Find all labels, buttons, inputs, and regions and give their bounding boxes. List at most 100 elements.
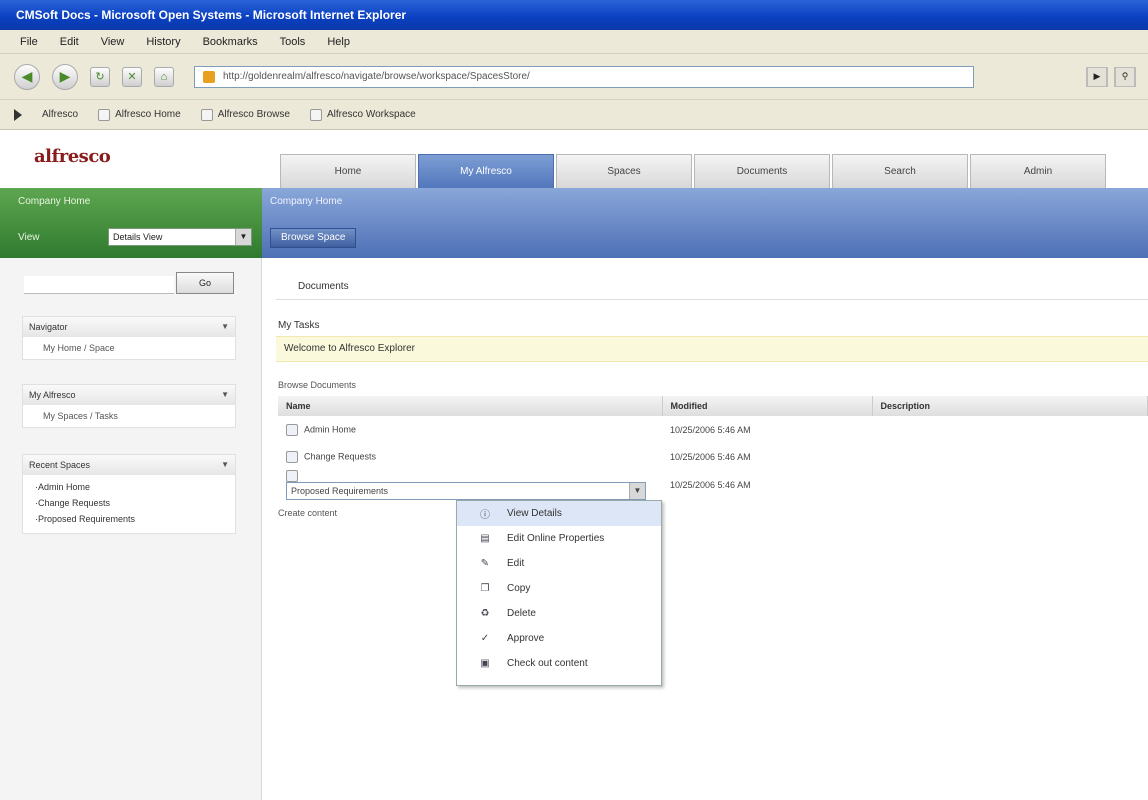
bookmark-item[interactable]: Alfresco Workspace — [309, 108, 416, 121]
name-cell[interactable]: Change Requests — [278, 443, 662, 470]
menu-item-check-out[interactable]: ▣ Check out content — [457, 651, 661, 676]
table-row[interactable]: Admin Home 10/25/2006 5:46 AM — [278, 416, 1148, 443]
panel-header[interactable]: My Alfresco ▼ — [23, 385, 235, 405]
menu-history[interactable]: History — [146, 36, 180, 48]
sidebar-go-button[interactable]: Go — [176, 272, 234, 294]
menu-edit[interactable]: Edit — [60, 36, 79, 48]
row-name: Change Requests — [304, 450, 377, 461]
tab-documents[interactable]: Documents — [694, 154, 830, 188]
chevron-down-icon: ▼ — [221, 322, 229, 331]
breadcrumb[interactable]: Documents — [276, 274, 1148, 300]
list-item[interactable]: Change Requests — [35, 495, 235, 511]
table-header-row: Name Modified Description — [278, 396, 1148, 416]
menu-item-label: Delete — [507, 608, 536, 619]
app-logo: alfresco — [34, 146, 111, 167]
menu-item-edit[interactable]: ✎ Edit — [457, 551, 661, 576]
column-header-description[interactable]: Description — [872, 396, 1148, 416]
folder-icon — [286, 450, 298, 463]
notice-bar: Welcome to Alfresco Explorer — [276, 336, 1148, 362]
modified-cell: 10/25/2006 5:46 AM — [670, 424, 751, 435]
reload-icon: ↻ — [95, 71, 105, 83]
list-item[interactable]: Proposed Requirements — [35, 511, 235, 527]
menu-help[interactable]: Help — [327, 36, 350, 48]
tab-spaces[interactable]: Spaces — [556, 154, 692, 188]
menu-item-copy[interactable]: ❐ Copy — [457, 576, 661, 601]
menu-view[interactable]: View — [101, 36, 125, 48]
site-favicon-icon — [203, 70, 215, 83]
view-select[interactable]: Details View ▼ — [108, 228, 252, 246]
check-icon: ✓ — [480, 633, 490, 644]
row-name: Admin Home — [304, 423, 357, 434]
folder-icon — [286, 470, 298, 482]
tab-my-alfresco[interactable]: My Alfresco — [418, 154, 554, 188]
space-header-panel: Company Home View Details View ▼ — [0, 188, 262, 258]
page-icon — [309, 108, 322, 121]
back-button[interactable]: ◀ — [14, 63, 40, 90]
panel-body: My Spaces / Tasks — [43, 411, 118, 421]
menu-item-approve[interactable]: ✓ Approve — [457, 626, 661, 651]
reload-button[interactable]: ↻ — [90, 66, 110, 87]
create-content-link[interactable]: Create content — [278, 508, 337, 518]
row-select-value: Proposed Requirements — [291, 486, 389, 496]
panel-header[interactable]: Navigator ▼ — [23, 317, 235, 337]
tab-admin[interactable]: Admin — [970, 154, 1106, 188]
window-title: CMSoft Docs - Microsoft Open Systems - M… — [0, 0, 1148, 30]
content-header-panel: Company Home Browse Space — [262, 188, 1148, 258]
sidebar-search-input[interactable] — [24, 276, 174, 294]
view-label: View — [18, 232, 40, 243]
menu-tools[interactable]: Tools — [280, 36, 306, 48]
chevron-down-icon: ▼ — [235, 229, 251, 245]
table-row[interactable]: Proposed Requirements ▼ 10/25/2006 5:46 A… — [278, 470, 1148, 500]
menu-item-edit-online-properties[interactable]: ▤ Edit Online Properties — [457, 526, 661, 551]
row-action-select[interactable]: Proposed Requirements ▼ — [286, 482, 646, 500]
description-cell — [872, 470, 1148, 500]
tab-home[interactable]: Home — [280, 154, 416, 188]
recent-spaces-panel: Recent Spaces ▼ Admin Home Change Request… — [22, 454, 236, 534]
bookmark-item[interactable]: Alfresco Browse — [200, 108, 290, 121]
content-title: Company Home — [270, 196, 343, 207]
description-cell — [872, 443, 1148, 470]
bookmark-label: Alfresco — [42, 109, 79, 120]
search-engine-button[interactable]: ⚲ — [1114, 66, 1136, 87]
forward-button[interactable]: ▶ — [52, 63, 78, 90]
folder-icon — [286, 423, 298, 436]
bookmark-item[interactable]: Alfresco — [42, 109, 78, 120]
toolbar-right-buttons: ▶ ⚲ — [1086, 66, 1136, 87]
chevron-down-icon: ▼ — [629, 483, 645, 499]
name-cell[interactable]: Admin Home — [278, 416, 662, 443]
tab-search[interactable]: Search — [832, 154, 968, 188]
navigation-toolbar: ◀ ▶ ↻ ✕ ⌂ http://goldenrealm/alfresco/na… — [0, 54, 1148, 100]
modified-cell: 10/25/2006 5:46 AM — [670, 480, 751, 490]
panel-title: Navigator — [29, 322, 68, 332]
name-cell[interactable]: Proposed Requirements ▼ — [278, 470, 662, 500]
panel-header[interactable]: Recent Spaces ▼ — [23, 455, 235, 475]
list-item[interactable]: Admin Home — [35, 479, 235, 495]
section-label: My Tasks — [278, 320, 320, 331]
documents-table: Name Modified Description Admin Home 10/… — [278, 396, 1148, 500]
column-header-name[interactable]: Name — [278, 396, 663, 416]
home-icon: ⌂ — [160, 70, 168, 83]
stop-button[interactable]: ✕ — [122, 66, 142, 87]
main-content: Documents My Tasks Welcome to Alfresco E… — [262, 258, 1148, 800]
menu-bookmarks[interactable]: Bookmarks — [203, 36, 258, 48]
bookmark-label: Alfresco Browse — [217, 109, 290, 120]
menu-item-label: Edit Online Properties — [507, 533, 605, 544]
back-arrow-icon: ◀ — [21, 68, 33, 84]
menu-bar: File Edit View History Bookmarks Tools H… — [0, 30, 1148, 54]
go-button[interactable]: ▶ — [1086, 66, 1108, 87]
menu-item-label: Edit — [507, 558, 525, 569]
menu-item-label: Check out content — [507, 658, 588, 669]
menu-item-delete[interactable]: ♻ Delete — [457, 601, 661, 626]
menu-item-label: View Details — [507, 508, 562, 519]
page-icon — [200, 108, 213, 121]
menu-item-view-details[interactable]: ⓘ View Details — [457, 501, 661, 526]
bookmark-label: Alfresco Workspace — [326, 109, 416, 120]
address-input[interactable]: http://goldenrealm/alfresco/navigate/bro… — [194, 65, 974, 88]
browse-space-button[interactable]: Browse Space — [270, 228, 357, 248]
column-header-modified[interactable]: Modified — [662, 396, 873, 416]
table-row[interactable]: Change Requests 10/25/2006 5:46 AM — [278, 443, 1148, 470]
bookmarks-bar: Alfresco Alfresco Home Alfresco Browse A… — [0, 100, 1148, 130]
home-button[interactable]: ⌂ — [154, 66, 174, 87]
bookmark-item[interactable]: Alfresco Home — [98, 108, 181, 121]
menu-file[interactable]: File — [20, 36, 38, 48]
